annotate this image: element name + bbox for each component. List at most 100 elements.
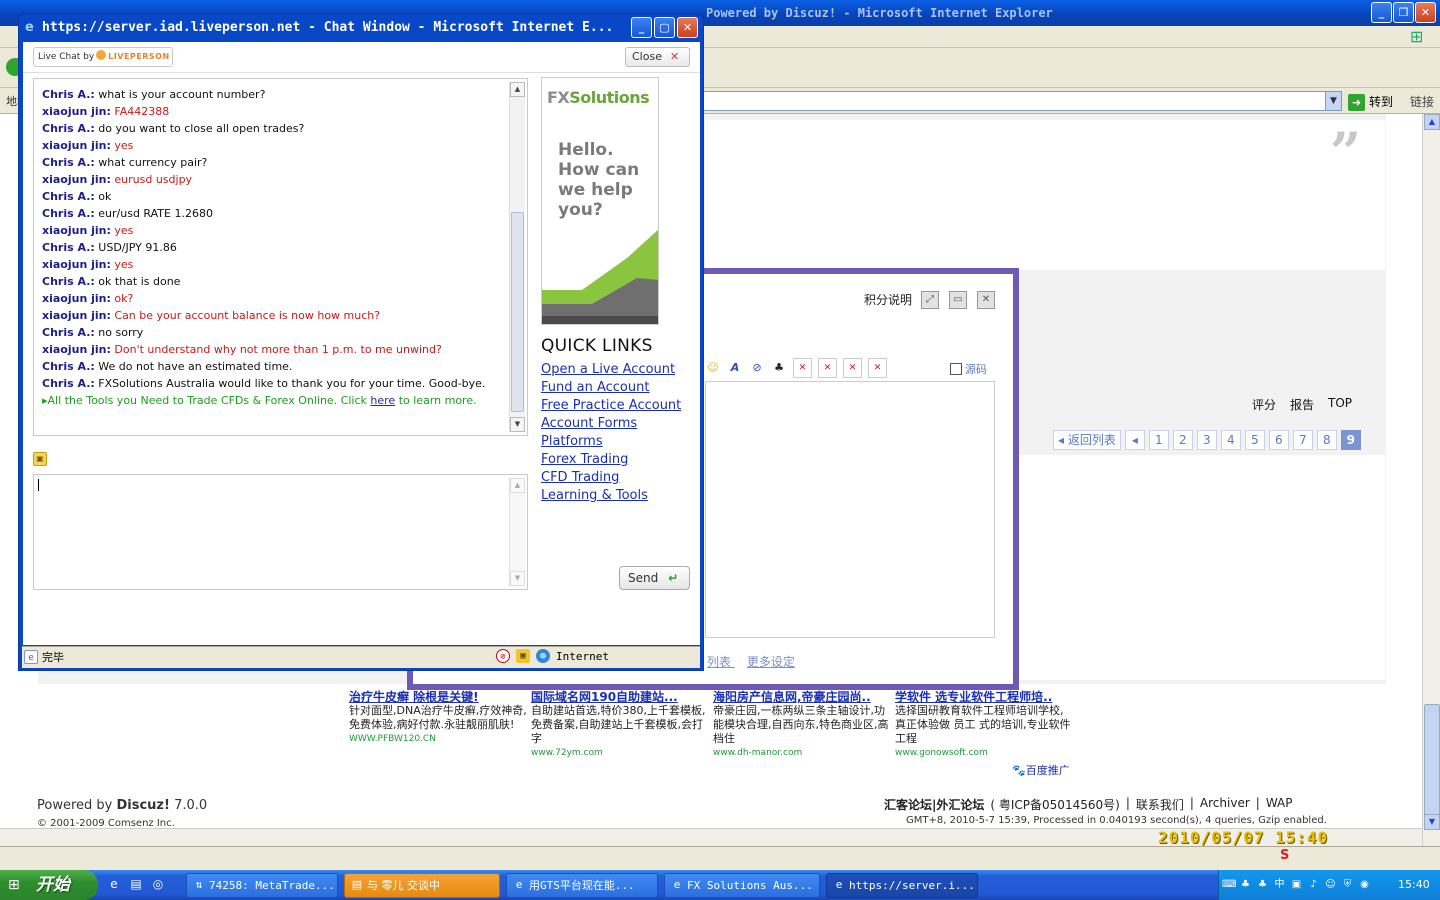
prev-page-icon[interactable]: ◂ (1124, 430, 1145, 450)
chat-message-input[interactable] (33, 474, 528, 590)
contact-link[interactable]: 联系我们 (1136, 796, 1184, 813)
bg-vertical-scrollbar[interactable]: ▲ ▼ (1422, 114, 1440, 846)
broken-image-icon[interactable]: ✕ (868, 358, 887, 378)
qq-icon[interactable]: ♣ (771, 360, 787, 376)
smiley-icon[interactable]: ☺ (705, 360, 721, 376)
popup-blocked-icon[interactable]: ⊘ (496, 649, 510, 663)
chat-close-button[interactable]: ✕ (677, 17, 698, 38)
visitor-message: xiaojun jin: yes (42, 222, 504, 239)
ad-title[interactable]: 治疗牛皮癣 除根是关键! (349, 690, 527, 704)
archiver-link[interactable]: Archiver (1200, 796, 1250, 813)
back-to-list-button[interactable]: ◂ 返回列表 (1053, 430, 1121, 450)
ad-title[interactable]: 海阳房产信息网,帝豪庄园尚.. (713, 690, 891, 704)
site-name-link[interactable]: 汇客论坛|外汇论坛 (884, 796, 984, 813)
page-5[interactable]: 5 (1244, 430, 1265, 450)
page-1[interactable]: 1 (1148, 430, 1169, 450)
discuz-link[interactable]: Discuz! (116, 798, 169, 813)
top-link[interactable]: TOP (1328, 396, 1352, 413)
page-7[interactable]: 7 (1292, 430, 1313, 450)
chat-minimize-button[interactable]: _ (631, 17, 652, 38)
broken-image-icon[interactable]: ✕ (818, 358, 837, 378)
close-chat-button[interactable]: Close ✕ (625, 47, 690, 67)
rate-link[interactable]: 评分 (1252, 396, 1276, 413)
page-2[interactable]: 2 (1172, 430, 1193, 450)
task-qq-chat[interactable]: ▤ 与 零儿 交谈中 (344, 873, 500, 898)
fxsolutions-ad[interactable]: FXSolutions Hello. How can we help you? (541, 77, 659, 325)
ad-item[interactable]: 国际域名网190自助建站... 自助建站首选,特价380,上千套模板,免费备案,… (531, 690, 709, 760)
baidu-promo-link[interactable]: 🐾百度推广 (1012, 762, 1070, 778)
send-button[interactable]: Send ↵ (619, 566, 690, 590)
liveperson-badge[interactable]: Live Chat by LIVEPERSON (33, 47, 173, 67)
source-checkbox[interactable]: 源码 (950, 361, 987, 377)
task-chat-window[interactable]: e https://server.i... (826, 873, 978, 898)
broken-image-icon[interactable]: ✕ (793, 358, 812, 378)
ad-url[interactable]: www.dh-manor.com (713, 746, 891, 760)
quick-link-free-practice[interactable]: Free Practice Account (541, 397, 681, 415)
page-6[interactable]: 6 (1268, 430, 1289, 450)
message-text: yes (114, 224, 134, 237)
address-dropdown-icon[interactable]: ▼ (1325, 92, 1341, 110)
learn-more-link[interactable]: here (370, 394, 395, 407)
ad-title[interactable]: 国际域名网190自助建站... (531, 690, 709, 704)
network-icon[interactable]: ▣ (1290, 878, 1303, 891)
quick-link-open-live-account[interactable]: Open a Live Account (541, 361, 681, 379)
qq-tray-icon[interactable]: ♣ (1239, 878, 1252, 891)
quick-link-forex-trading[interactable]: Forex Trading (541, 451, 681, 469)
go-button[interactable]: ➜ 转到 (1348, 92, 1393, 112)
dialog-close-icon[interactable]: ✕ (977, 291, 995, 309)
link-icon[interactable]: ⊘ (749, 360, 765, 376)
chat-maximize-button[interactable]: ▢ (654, 17, 675, 38)
page-8[interactable]: 8 (1316, 430, 1337, 450)
dialog-maximize-icon[interactable]: ▭ (949, 291, 967, 309)
close-x-icon: ✕ (669, 50, 680, 63)
tray-clock[interactable]: 15:40 (1398, 870, 1430, 900)
dialog-list-link[interactable]: 列表 (707, 655, 731, 669)
quick-link-fund-account[interactable]: Fund an Account (541, 379, 681, 397)
bg-minimize-button[interactable]: _ (1371, 2, 1392, 23)
task-forum-ie[interactable]: e 用GTS平台现在能... (506, 873, 658, 898)
ad-url[interactable]: www.gonowsoft.com (895, 746, 1073, 760)
bg-close-button[interactable]: ✕ (1415, 2, 1436, 23)
messenger-icon[interactable]: ☺ (1324, 878, 1337, 891)
task-metatrader[interactable]: ⇅ 74258: MetaTrade... (186, 873, 338, 898)
font-color-icon[interactable]: A (727, 360, 743, 376)
volume-icon[interactable]: ♪ (1307, 878, 1320, 891)
sogou-toolbar-icon[interactable]: S (1280, 848, 1289, 863)
ad-url[interactable]: WWW.PFBW120.CN (349, 732, 527, 746)
qq-tray-icon[interactable]: ♣ (1256, 878, 1269, 891)
links-label[interactable]: 链接 (1410, 93, 1434, 110)
keyboard-icon[interactable]: ⌨ (1222, 878, 1236, 891)
input-method-icon[interactable]: 中 (1273, 878, 1286, 891)
input-scrollbar[interactable]: ▲ ▼ (509, 478, 525, 586)
wap-link[interactable]: WAP (1266, 796, 1293, 813)
dialog-expand-icon[interactable]: ⤢ (921, 291, 939, 309)
quick-link-cfd-trading[interactable]: CFD Trading (541, 469, 681, 487)
report-link[interactable]: 报告 (1290, 396, 1314, 413)
transcript-scrollbar[interactable]: ▲ ▼ (509, 82, 525, 432)
network-status-icon[interactable]: ◉ (1358, 878, 1371, 891)
ad-title[interactable]: 学软件 选专业软件工程师培.. (895, 690, 1073, 704)
address-input[interactable] (700, 91, 1342, 111)
message-sender: xiaojun jin: (42, 105, 111, 118)
ie-launch-icon[interactable]: e (106, 876, 122, 892)
dialog-textarea[interactable] (705, 381, 995, 638)
page-9-current[interactable]: 9 (1340, 430, 1361, 450)
page-3[interactable]: 3 (1196, 430, 1217, 450)
desktop-launch-icon[interactable]: ▤ (128, 876, 144, 892)
secure-lock-icon[interactable]: ▣ (516, 649, 530, 663)
quick-link-learning-tools[interactable]: Learning & Tools (541, 487, 681, 505)
ad-url[interactable]: www.72ym.com (531, 746, 709, 760)
bg-restore-button[interactable]: ❐ (1393, 2, 1414, 23)
dialog-more-settings-link[interactable]: 更多设定 (747, 655, 795, 669)
broken-image-icon[interactable]: ✕ (843, 358, 862, 378)
quick-link-account-forms[interactable]: Account Forms (541, 415, 681, 433)
icp-link[interactable]: ( 粤ICP备05014560号) (990, 796, 1119, 813)
ad-item[interactable]: 海阳房产信息网,帝豪庄园尚.. 帝豪庄园,一栋两纵三条主轴设计,功能模块合理,自… (713, 690, 891, 760)
browser-launch-icon[interactable]: ◎ (150, 876, 166, 892)
security-shield-icon[interactable]: ⛨ (1341, 878, 1354, 891)
ad-item[interactable]: 学软件 选专业软件工程师培.. 选择国研教育软件工程师培训学校,真正体验做 员工… (895, 690, 1073, 760)
page-4[interactable]: 4 (1220, 430, 1241, 450)
task-fxsolutions[interactable]: e FX Solutions Aus... (664, 873, 820, 898)
ad-item[interactable]: 治疗牛皮癣 除根是关键! 针对面型,DNA治疗牛皮癣,疗效神奇,免费体验,病好付… (349, 690, 527, 746)
quick-link-platforms[interactable]: Platforms (541, 433, 681, 451)
